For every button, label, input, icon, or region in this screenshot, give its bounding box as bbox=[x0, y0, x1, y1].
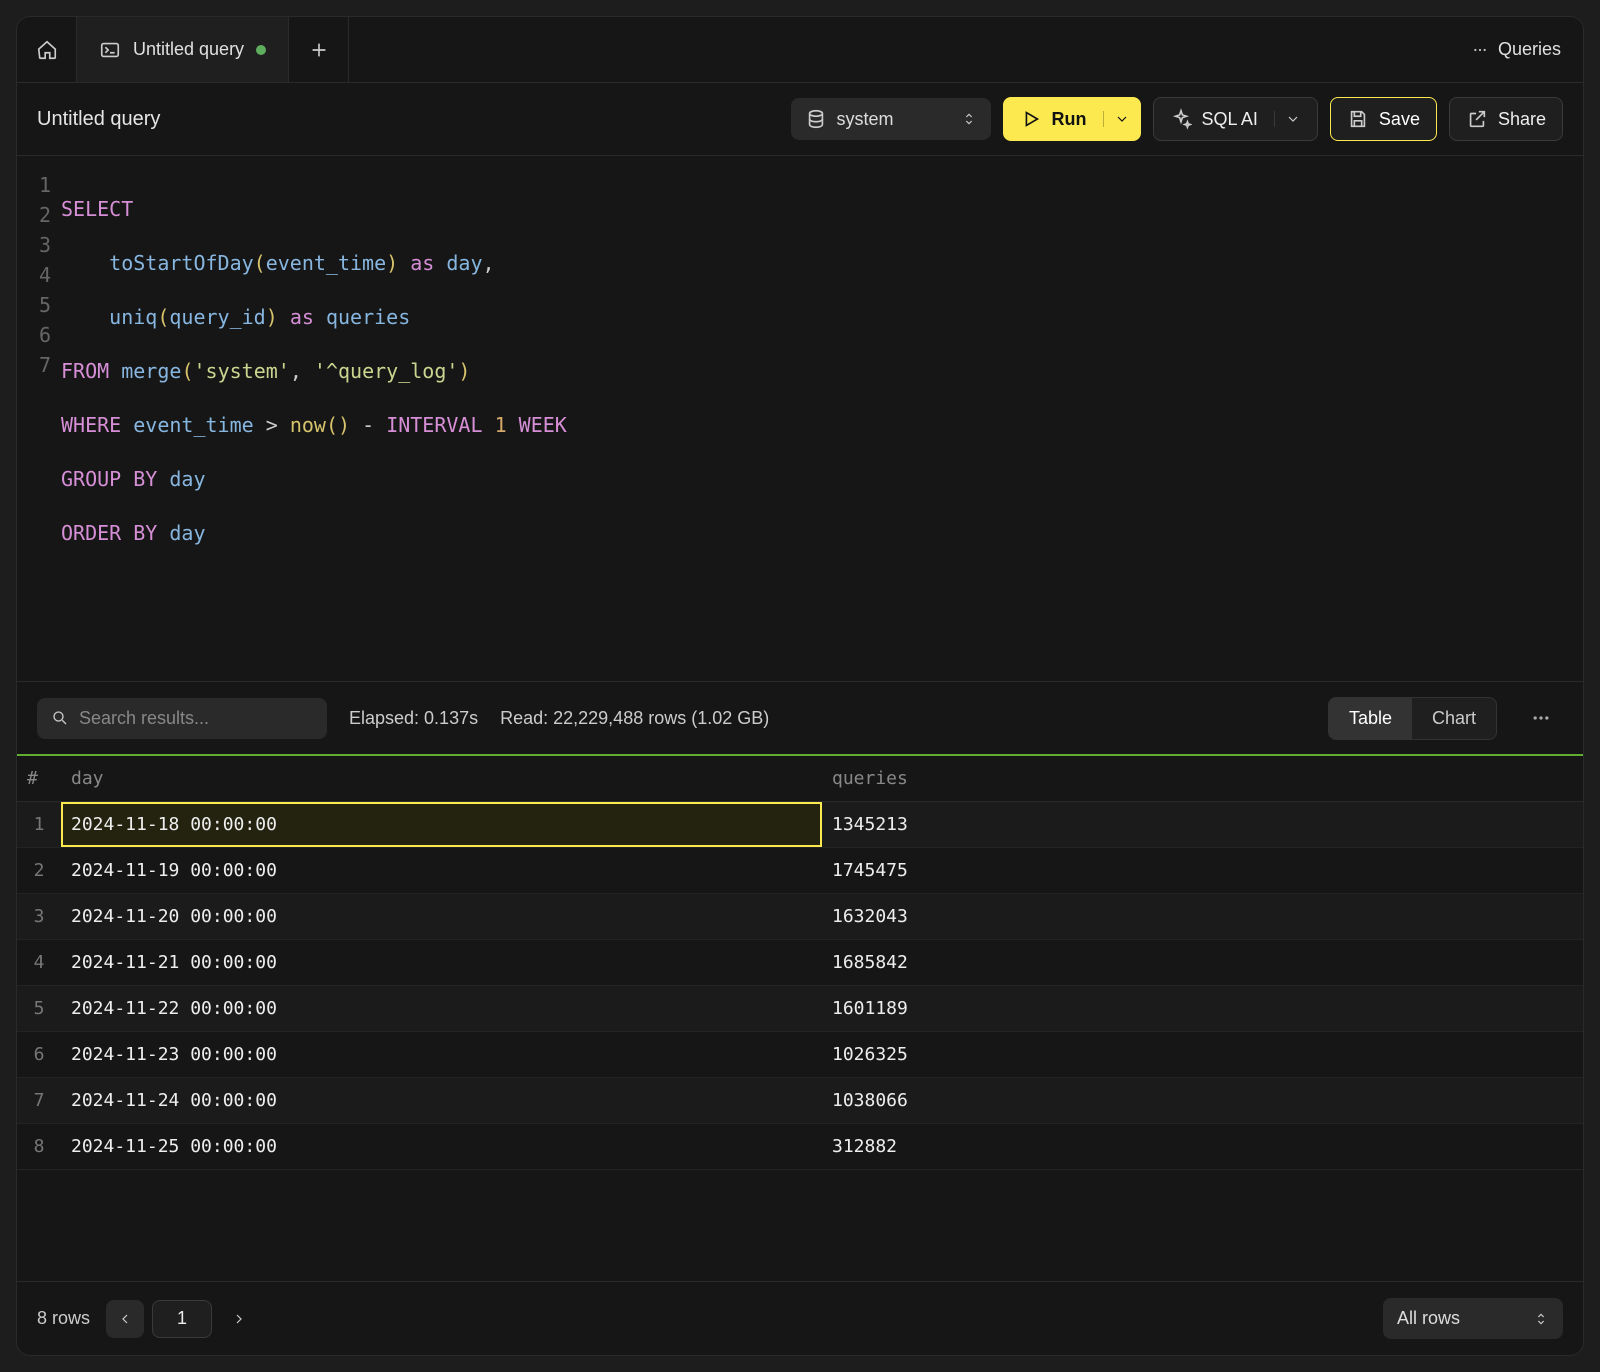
search-results-input[interactable]: Search results... bbox=[37, 698, 327, 739]
view-toggle: Table Chart bbox=[1328, 697, 1497, 740]
editor-gutter: 1234567 bbox=[17, 156, 61, 681]
chevron-down-icon bbox=[1114, 111, 1130, 127]
cell-queries[interactable]: 1345213 bbox=[822, 802, 1583, 847]
editor-code[interactable]: SELECT toStartOfDay(event_time) as day, … bbox=[61, 156, 567, 681]
new-tab-button[interactable] bbox=[289, 17, 349, 82]
sql-ai-label: SQL AI bbox=[1202, 109, 1258, 130]
prev-page-button bbox=[106, 1300, 144, 1338]
chevrons-up-down-icon bbox=[1533, 1311, 1549, 1327]
chevron-left-icon bbox=[117, 1311, 133, 1327]
row-index: 7 bbox=[17, 1078, 61, 1123]
sql-ai-dropdown[interactable] bbox=[1274, 111, 1301, 127]
row-index: 3 bbox=[17, 894, 61, 939]
table-row[interactable]: 22024-11-19 00:00:001745475 bbox=[17, 848, 1583, 894]
row-index: 4 bbox=[17, 940, 61, 985]
results-bar: Search results... Elapsed: 0.137s Read: … bbox=[17, 681, 1583, 756]
read-stat: Read: 22,229,488 rows (1.02 GB) bbox=[500, 708, 769, 729]
table-row[interactable]: 82024-11-25 00:00:00312882 bbox=[17, 1124, 1583, 1170]
cell-queries[interactable]: 1026325 bbox=[822, 1032, 1583, 1077]
share-button[interactable]: Share bbox=[1449, 97, 1563, 141]
cell-queries[interactable]: 1685842 bbox=[822, 940, 1583, 985]
next-page-button[interactable] bbox=[220, 1300, 258, 1338]
database-icon bbox=[805, 108, 827, 130]
table-header: # day queries bbox=[17, 756, 1583, 802]
table-row[interactable]: 52024-11-22 00:00:001601189 bbox=[17, 986, 1583, 1032]
page-input[interactable]: 1 bbox=[152, 1300, 212, 1338]
col-index[interactable]: # bbox=[17, 756, 61, 801]
cell-queries[interactable]: 312882 bbox=[822, 1124, 1583, 1169]
database-selector[interactable]: system bbox=[791, 98, 991, 140]
cell-queries[interactable]: 1601189 bbox=[822, 986, 1583, 1031]
cell-queries[interactable]: 1038066 bbox=[822, 1078, 1583, 1123]
elapsed-stat: Elapsed: 0.137s bbox=[349, 708, 478, 729]
cell-day[interactable]: 2024-11-21 00:00:00 bbox=[61, 940, 822, 985]
table-row[interactable]: 72024-11-24 00:00:001038066 bbox=[17, 1078, 1583, 1124]
rows-per-page-selector[interactable]: All rows bbox=[1383, 1298, 1563, 1339]
run-dropdown[interactable] bbox=[1103, 111, 1130, 127]
cell-day[interactable]: 2024-11-20 00:00:00 bbox=[61, 894, 822, 939]
chevron-down-icon bbox=[1285, 111, 1301, 127]
col-day[interactable]: day bbox=[61, 756, 822, 801]
row-index: 5 bbox=[17, 986, 61, 1031]
query-title[interactable]: Untitled query bbox=[37, 108, 779, 131]
chevrons-up-down-icon bbox=[961, 111, 977, 127]
tab-label: Untitled query bbox=[133, 39, 244, 60]
cell-queries[interactable]: 1632043 bbox=[822, 894, 1583, 939]
table-row[interactable]: 62024-11-23 00:00:001026325 bbox=[17, 1032, 1583, 1078]
queries-link-label: Queries bbox=[1498, 39, 1561, 60]
results-table: # day queries 12024-11-18 00:00:00134521… bbox=[17, 756, 1583, 1281]
rows-per-page-value: All rows bbox=[1397, 1308, 1460, 1329]
results-more-button[interactable] bbox=[1519, 696, 1563, 740]
row-count: 8 rows bbox=[37, 1308, 90, 1329]
save-button[interactable]: Save bbox=[1330, 97, 1437, 141]
cell-day[interactable]: 2024-11-18 00:00:00 bbox=[61, 802, 822, 847]
share-icon bbox=[1466, 108, 1488, 130]
home-icon bbox=[36, 39, 58, 61]
pager: 1 bbox=[106, 1300, 258, 1338]
search-icon bbox=[51, 709, 69, 727]
table-row[interactable]: 12024-11-18 00:00:001345213 bbox=[17, 802, 1583, 848]
view-table-tab[interactable]: Table bbox=[1329, 698, 1412, 739]
run-button[interactable]: Run bbox=[1003, 97, 1141, 141]
cell-queries[interactable]: 1745475 bbox=[822, 848, 1583, 893]
queries-link[interactable]: Queries bbox=[1450, 17, 1583, 82]
view-chart-tab[interactable]: Chart bbox=[1412, 698, 1496, 739]
chevron-right-icon bbox=[231, 1311, 247, 1327]
tab-untitled-query[interactable]: Untitled query bbox=[77, 17, 289, 82]
table-row[interactable]: 32024-11-20 00:00:001632043 bbox=[17, 894, 1583, 940]
database-selector-value: system bbox=[837, 109, 894, 130]
row-index: 2 bbox=[17, 848, 61, 893]
tab-bar: Untitled query Queries bbox=[17, 17, 1583, 83]
sql-editor[interactable]: 1234567 SELECT toStartOfDay(event_time) … bbox=[17, 156, 1583, 681]
cell-day[interactable]: 2024-11-24 00:00:00 bbox=[61, 1078, 822, 1123]
sparkle-icon bbox=[1170, 108, 1192, 130]
search-placeholder: Search results... bbox=[79, 708, 209, 729]
toolbar: Untitled query system Run SQL AI bbox=[17, 83, 1583, 156]
col-queries[interactable]: queries bbox=[822, 756, 1583, 801]
query-tab-icon bbox=[99, 39, 121, 61]
plus-icon bbox=[308, 39, 330, 61]
cell-day[interactable]: 2024-11-25 00:00:00 bbox=[61, 1124, 822, 1169]
save-icon bbox=[1347, 108, 1369, 130]
ellipsis-icon bbox=[1472, 42, 1488, 58]
cell-day[interactable]: 2024-11-23 00:00:00 bbox=[61, 1032, 822, 1077]
run-button-label: Run bbox=[1052, 109, 1087, 130]
table-row[interactable]: 42024-11-21 00:00:001685842 bbox=[17, 940, 1583, 986]
share-button-label: Share bbox=[1498, 109, 1546, 130]
row-index: 1 bbox=[17, 802, 61, 847]
ellipsis-icon bbox=[1531, 708, 1551, 728]
footer: 8 rows 1 All rows bbox=[17, 1281, 1583, 1355]
row-index: 6 bbox=[17, 1032, 61, 1077]
cell-day[interactable]: 2024-11-22 00:00:00 bbox=[61, 986, 822, 1031]
cell-day[interactable]: 2024-11-19 00:00:00 bbox=[61, 848, 822, 893]
row-index: 8 bbox=[17, 1124, 61, 1169]
unsaved-dot-icon bbox=[256, 45, 266, 55]
play-icon bbox=[1020, 108, 1042, 130]
save-button-label: Save bbox=[1379, 109, 1420, 130]
sql-ai-button[interactable]: SQL AI bbox=[1153, 97, 1318, 141]
home-button[interactable] bbox=[17, 17, 77, 82]
